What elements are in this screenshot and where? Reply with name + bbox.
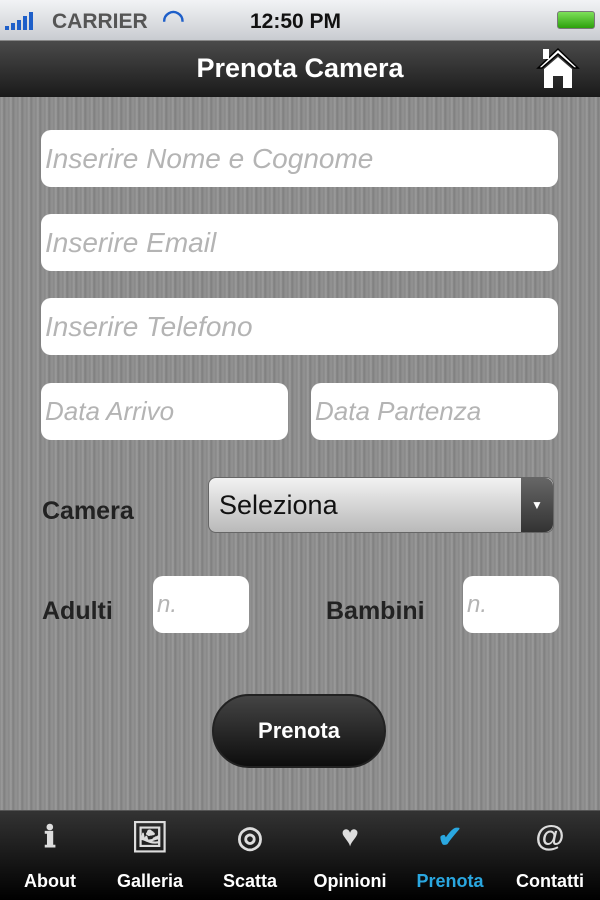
phone-input[interactable]: Inserire Telefono [41,298,558,355]
tab-galleria[interactable]: 🖼 Galleria [100,811,200,900]
email-input[interactable]: Inserire Email [41,214,558,271]
home-icon[interactable] [534,44,582,92]
tab-about[interactable]: ℹ About [0,811,100,900]
tab-label: Contatti [516,871,584,891]
tab-bar: ℹ About 🖼 Galleria ◎ Scatta ♥ Opinioni ✔ Pren… [0,810,600,900]
tab-label: About [24,871,76,891]
tab-scatta[interactable]: ◎ Scatta [200,811,300,900]
name-input[interactable]: Inserire Nome e Cognome [41,130,558,187]
signal-icon [5,12,33,30]
arrival-date-input[interactable]: Data Arrivo [41,383,288,440]
status-bar: CARRIER ◠ 12:50 PM [0,0,600,40]
page-title: Prenota Camera [196,53,404,83]
door-hanger-icon: ✔ [437,820,463,854]
children-input[interactable]: n. [463,576,559,633]
nav-bar: Prenota Camera [0,40,600,97]
booking-form: Inserire Nome e Cognome Inserire Email I… [0,97,600,810]
wifi-icon: ◠ [162,4,185,34]
tab-contatti[interactable]: @ Contatti [500,811,600,900]
carrier: CARRIER [52,10,148,33]
tab-label: Scatta [222,871,278,891]
tab-opinioni[interactable]: ♥ Opinioni [300,811,400,900]
chevron-down-icon: ▼ [521,478,553,532]
camera-select-value: Seleziona [219,489,338,520]
battery-icon [557,11,595,29]
tab-prenota[interactable]: ✔ Prenota [400,811,500,900]
info-icon: ℹ [44,820,56,854]
address-book-icon: @ [535,820,565,853]
departure-date-input[interactable]: Data Partenza [311,383,558,440]
camera-label: Camera [42,497,134,525]
tab-label: Prenota [416,871,484,891]
children-label: Bambini [326,597,425,625]
adults-label: Adulti [42,597,113,625]
prenota-button[interactable]: Prenota [212,694,386,768]
adults-input[interactable]: n. [153,576,249,633]
heart-bubble-icon: ♥ [341,820,359,853]
gallery-icon: 🖼 [130,820,170,854]
clock: 12:50 PM [250,10,342,33]
camera-select[interactable]: Seleziona ▼ [208,477,554,533]
camera-shutter-icon: ◎ [236,820,264,854]
tab-label: Galleria [116,871,184,891]
tab-label: Opinioni [313,871,387,891]
